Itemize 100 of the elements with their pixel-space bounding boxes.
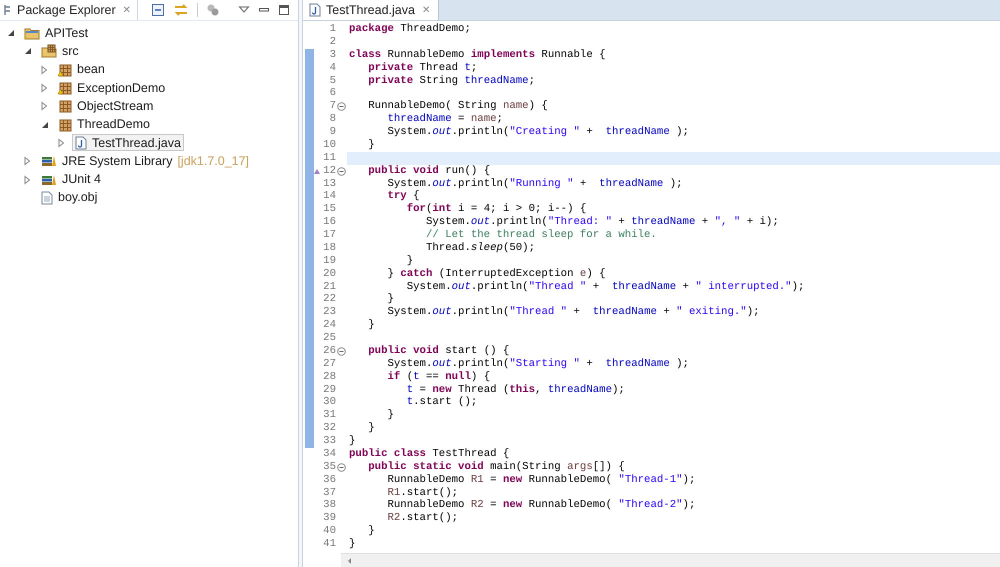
code-line: public class TestThread {: [348, 448, 510, 461]
code-line: System.out.println("Thread " + threadName + " interrupted.");: [406, 280, 806, 294]
code-line: }: [348, 435, 356, 448]
code-line: package ThreadDemo;: [348, 23, 472, 36]
line-number: 11: [322, 152, 336, 165]
package-icon: [58, 99, 72, 114]
code-line: // Let the thread sleep for a while.: [424, 229, 658, 242]
line-number: 8: [328, 113, 336, 126]
code-line: }: [367, 319, 376, 332]
line-number: 18: [322, 242, 336, 255]
code-line: System.out.println("Thread " + threadName + " exiting.");: [386, 306, 761, 320]
line-number: 39: [322, 512, 336, 526]
code-line: private String threadName;: [367, 74, 536, 88]
horizontal-scrollbar[interactable]: [341, 553, 1000, 567]
line-number: 41: [322, 538, 336, 551]
code-line: System.out.println("Creating " + threadName );: [386, 126, 690, 139]
line-number: 36: [322, 474, 336, 486]
line-number: 7: [328, 100, 336, 114]
package-warning-icon: [58, 81, 72, 96]
code-line: t.start ();: [406, 396, 478, 410]
tree-item[interactable]: APITest: [21, 24, 92, 42]
package-warning-icon: [58, 62, 72, 77]
code-line: }: [367, 138, 376, 152]
line-number: 13: [322, 178, 336, 190]
line-number: 10: [322, 138, 336, 152]
fold-minus-icon[interactable]: [337, 102, 346, 112]
code-line: } catch (InterruptedException e) {: [386, 268, 607, 280]
code-line: private Thread t;: [367, 62, 478, 74]
code-line: class RunnableDemo implements Runnable {: [348, 48, 607, 62]
line-number: 32: [322, 422, 336, 435]
fold-minus-icon[interactable]: [337, 166, 346, 176]
code-line: threadName = name;: [386, 113, 504, 126]
code-line: R1.start();: [386, 486, 460, 499]
code-line: Thread.sleep(50);: [424, 242, 536, 255]
line-number: 14: [322, 190, 336, 204]
close-icon[interactable]: ✕: [420, 2, 432, 18]
tree-item[interactable]: TestThread.java: [72, 134, 184, 152]
code-line: System.out.println("Thread: " + threadName + ", " + i);: [424, 216, 780, 229]
line-number: 3: [328, 48, 336, 62]
code-line: }: [386, 409, 395, 422]
collapse-all-icon[interactable]: [151, 3, 165, 17]
code-line: }: [367, 422, 376, 435]
line-number: 5: [328, 74, 336, 88]
line-number: 22: [322, 293, 336, 306]
code-line: }: [348, 538, 356, 551]
tree-item[interactable]: src: [38, 42, 82, 60]
line-number: 6: [328, 87, 336, 100]
tree-item[interactable]: ThreadDemo: [55, 116, 153, 134]
line-number: 12: [322, 164, 336, 178]
code-line: public static void main(String args[]) {: [367, 460, 626, 474]
line-number: 21: [322, 280, 336, 294]
code-line: RunnableDemo( String name) {: [367, 100, 549, 113]
code-line: RunnableDemo R1 = new RunnableDemo( "Thread-1");: [386, 474, 696, 486]
line-number: 34: [322, 448, 336, 461]
line-number: 19: [322, 254, 336, 268]
line-number: 38: [322, 499, 336, 512]
library-books-icon: [41, 155, 57, 168]
line-number: 24: [322, 319, 336, 332]
fold-minus-icon[interactable]: [337, 462, 346, 472]
code-line: for(int i = 4; i > 0; i--) {: [406, 203, 588, 216]
editor-tab[interactable]: TestThread.java ✕: [303, 0, 439, 20]
line-number: 31: [322, 409, 336, 422]
line-number: 40: [322, 525, 336, 538]
code-line: }: [386, 293, 395, 306]
code-line: System.out.println("Starting " + threadName );: [386, 358, 690, 371]
focus-icon[interactable]: [206, 3, 220, 17]
line-number: 26: [322, 344, 336, 358]
fold-minus-icon[interactable]: [337, 346, 346, 356]
tree-item[interactable]: ExceptionDemo: [55, 80, 168, 97]
close-icon[interactable]: ✕: [120, 2, 134, 18]
line-number: 28: [322, 370, 336, 384]
code-line: }: [406, 254, 414, 268]
maximize-icon[interactable]: [278, 4, 290, 16]
tree-item[interactable]: ObjectStream: [55, 98, 156, 115]
library-books-icon: [41, 174, 57, 186]
source-folder-icon: [41, 44, 57, 58]
line-number: 27: [322, 358, 336, 371]
code-line: RunnableDemo R2 = new RunnableDemo( "Thread-2");: [386, 499, 696, 512]
file-icon: [41, 190, 53, 205]
package-explorer-icon: [3, 4, 13, 16]
project-folder-icon: [24, 26, 40, 40]
line-number: 25: [322, 332, 336, 345]
code-line: public void start () {: [367, 344, 510, 358]
tree-item[interactable]: bean: [55, 61, 108, 78]
tree-item[interactable]: JRE System Library [jdk1.7.0_17]: [38, 152, 252, 170]
line-number: 16: [322, 216, 336, 229]
tree-item[interactable]: JUnit 4: [38, 171, 104, 188]
java-file-icon: [309, 3, 321, 17]
code-line: try {: [386, 190, 421, 203]
line-number: 30: [322, 396, 336, 410]
line-number: 9: [328, 126, 336, 139]
code-line: R2.start();: [386, 512, 460, 526]
code-line: t = new Thread (this, threadName);: [406, 384, 626, 396]
line-number: 1: [328, 23, 336, 36]
line-number: 17: [322, 229, 336, 242]
code-line: }: [367, 525, 376, 538]
code-line: System.out.println("Running " + threadName );: [386, 178, 684, 190]
package-icon: [58, 118, 72, 132]
view-menu-icon[interactable]: [238, 5, 250, 15]
tree-item[interactable]: boy.obj: [38, 189, 100, 206]
